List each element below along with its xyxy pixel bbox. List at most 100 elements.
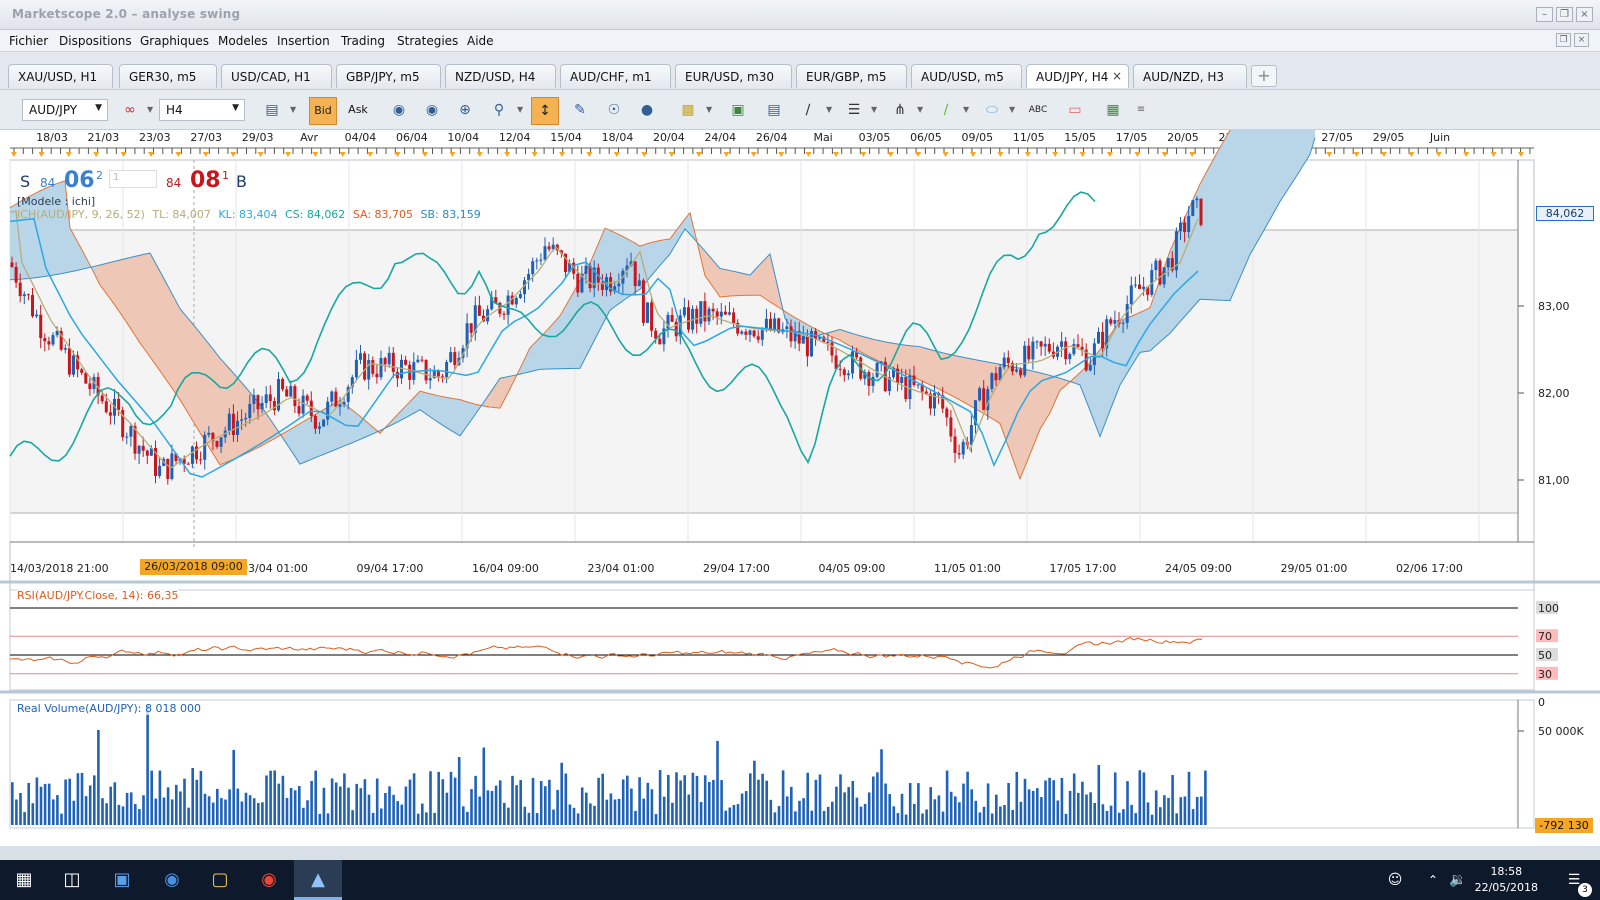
- chevron-down-icon[interactable]: ▼: [871, 105, 877, 114]
- zoom-fit-icon[interactable]: ⊕: [451, 97, 479, 125]
- chevron-down-icon[interactable]: ▼: [917, 105, 923, 114]
- menu-insertion[interactable]: Insertion: [277, 34, 330, 48]
- restore-button[interactable]: ❐: [1556, 7, 1573, 22]
- tray-expand-icon[interactable]: ⌃: [1422, 860, 1444, 900]
- eraser-icon[interactable]: ▭: [1061, 97, 1089, 125]
- chrome-icon[interactable]: ◉: [245, 860, 293, 900]
- globe-icon[interactable]: ●: [633, 97, 661, 125]
- menu-dispositions[interactable]: Dispositions: [59, 34, 132, 48]
- menu-graphiques[interactable]: Graphiques: [140, 34, 209, 48]
- volume-bar: [257, 803, 260, 825]
- image-icon[interactable]: ▣: [724, 97, 752, 125]
- folder-icon[interactable]: ▢: [196, 860, 244, 900]
- clock[interactable]: 18:58 22/05/2018: [1475, 864, 1538, 896]
- candle-body: [318, 426, 321, 429]
- tab-usdcad[interactable]: USD/CAD, H1: [221, 64, 332, 88]
- eye-icon[interactable]: ☉: [600, 97, 628, 125]
- people-icon[interactable]: ☺: [1380, 860, 1410, 900]
- volume-icon[interactable]: 🔉: [1446, 860, 1470, 900]
- menu-aide[interactable]: Aide: [467, 34, 494, 48]
- hlines-icon[interactable]: ☰: [840, 97, 868, 125]
- timeframe-select[interactable]: H4 ▼: [159, 99, 245, 121]
- menu-fichier[interactable]: Fichier: [9, 34, 48, 48]
- tab-audnzd[interactable]: AUD/NZD, H3: [1133, 64, 1247, 88]
- candle-body: [576, 273, 580, 293]
- tab-audjpy[interactable]: AUD/JPY, H4 ×: [1026, 64, 1129, 88]
- zoom-icon[interactable]: ⚲: [485, 97, 513, 125]
- ellipse-icon[interactable]: ⬭: [978, 97, 1006, 125]
- properties-icon[interactable]: ✎: [566, 97, 594, 125]
- candle-body: [1158, 260, 1162, 285]
- chart-area[interactable]: 18/03 21/03 23/03 27/03 29/03 Avr 04/04 06/04 10…: [0, 42, 1600, 846]
- tab-ger30[interactable]: GER30, m5: [119, 64, 217, 88]
- top-date-label: Mai: [813, 131, 832, 144]
- top-date-label: 11/05: [1013, 131, 1045, 144]
- tab-eurusd[interactable]: EUR/USD, m30: [675, 64, 792, 88]
- text-abc-icon[interactable]: ABC: [1024, 97, 1052, 125]
- binoculars-icon[interactable]: ◉: [385, 97, 413, 125]
- menu-strategies[interactable]: Strategies: [397, 34, 458, 48]
- chart-canvas[interactable]: 18/03 21/03 23/03 27/03 29/03 Avr 04/04 06/04 10…: [0, 42, 1600, 846]
- marketscope-icon[interactable]: ▲: [294, 860, 342, 900]
- mdi-close-button[interactable]: ×: [1574, 33, 1589, 47]
- add-tab-button[interactable]: +: [1251, 65, 1277, 87]
- task-view-icon[interactable]: ◫: [48, 860, 96, 900]
- price-label: 83,00: [1538, 300, 1570, 313]
- close-button[interactable]: ×: [1576, 7, 1593, 22]
- lot-input[interactable]: 1: [109, 170, 157, 188]
- candle-body: [1142, 286, 1146, 289]
- pen-icon[interactable]: ∕: [932, 97, 960, 125]
- network-icon[interactable]: ▦: [1099, 97, 1127, 125]
- chevron-down-icon[interactable]: ▼: [517, 105, 523, 114]
- chart-type-icon[interactable]: ▤: [258, 97, 286, 125]
- menu-modeles[interactable]: Modeles: [218, 34, 268, 48]
- tab-gbpjpy[interactable]: GBP/JPY, m5: [336, 64, 441, 88]
- chevron-down-icon[interactable]: ▼: [963, 105, 969, 114]
- volume-bar: [19, 793, 22, 825]
- crosshair-icon[interactable]: ↕: [531, 97, 559, 125]
- volume-bar: [1040, 797, 1043, 825]
- volume-bar: [818, 774, 822, 825]
- calculator-icon[interactable]: ▣: [98, 860, 146, 900]
- candle-body: [18, 282, 22, 297]
- candle-body: [1060, 341, 1064, 347]
- candle-body: [67, 348, 71, 375]
- candle-body: [543, 246, 547, 260]
- tab-audusd[interactable]: AUD/USD, m5: [911, 64, 1022, 88]
- tab-eurgbp[interactable]: EUR/GBP, m5: [796, 64, 907, 88]
- tab-nzdusd[interactable]: NZD/USD, H4: [445, 64, 556, 88]
- tab-audchf[interactable]: AUD/CHF, m1: [560, 64, 671, 88]
- volume-bar: [384, 792, 387, 825]
- candle-body: [1183, 222, 1187, 232]
- ask-button[interactable]: Ask: [344, 97, 372, 125]
- volume-bar: [876, 772, 879, 825]
- binoculars-alt-icon[interactable]: ◉: [418, 97, 446, 125]
- lines-icon[interactable]: ∕: [794, 97, 822, 125]
- ichimoku-legend: ICH(AUD/JPY, 9, 26, 52) TL: 84,007 KL: 8…: [17, 208, 481, 221]
- instrument-value: AUD/JPY: [29, 103, 78, 117]
- fork-icon[interactable]: ⋔: [886, 97, 914, 125]
- link-icon[interactable]: ∞: [116, 97, 144, 125]
- chevron-down-icon[interactable]: ▼: [826, 105, 832, 114]
- mdi-restore-button[interactable]: ❐: [1556, 33, 1571, 47]
- buy-label: B: [236, 172, 247, 191]
- more-icon[interactable]: ≡: [1127, 97, 1155, 125]
- app-icon[interactable]: ◉: [148, 860, 196, 900]
- bid-button[interactable]: Bid: [309, 97, 337, 125]
- ruler-icon[interactable]: ▩: [674, 97, 702, 125]
- chevron-down-icon[interactable]: ▼: [290, 105, 296, 114]
- top-date-label: 20/05: [1167, 131, 1199, 144]
- chevron-down-icon[interactable]: ▼: [147, 105, 153, 114]
- template-icon[interactable]: ▤: [760, 97, 788, 125]
- windows-start-icon[interactable]: ▦: [0, 860, 48, 900]
- chevron-down-icon[interactable]: ▼: [1009, 105, 1015, 114]
- menu-trading[interactable]: Trading: [341, 34, 385, 48]
- close-tab-icon[interactable]: ×: [1112, 69, 1122, 83]
- instrument-select[interactable]: AUD/JPY ▼: [22, 99, 108, 121]
- minimize-button[interactable]: –: [1536, 7, 1553, 22]
- chevron-down-icon[interactable]: ▼: [706, 105, 712, 114]
- volume-bar: [269, 770, 272, 825]
- volume-bar: [1081, 781, 1084, 825]
- kumo-segment: [1215, 147, 1220, 301]
- tab-xauusd[interactable]: XAU/USD, H1: [8, 64, 113, 88]
